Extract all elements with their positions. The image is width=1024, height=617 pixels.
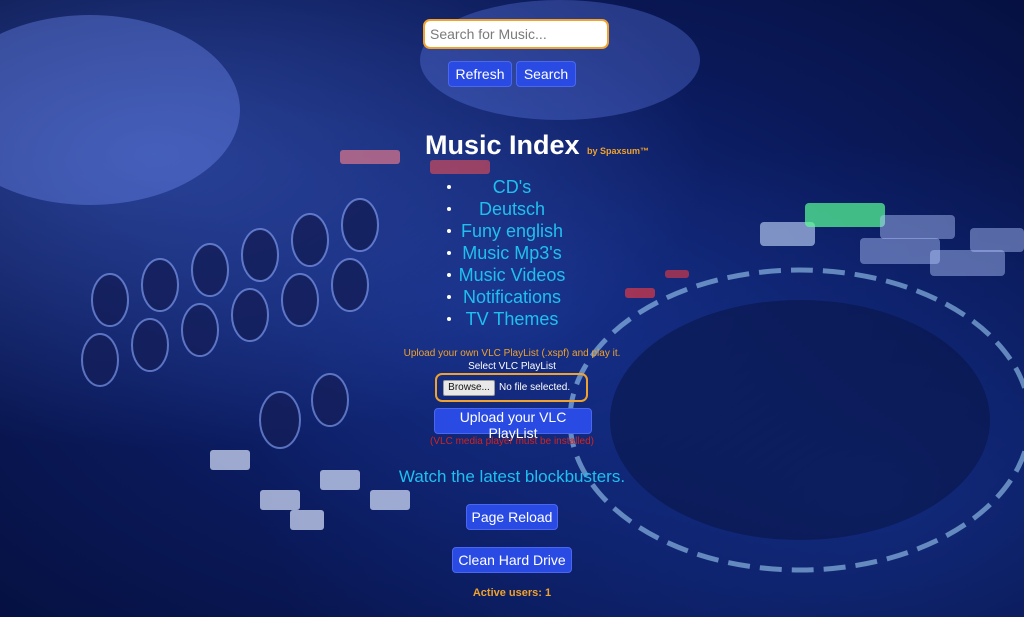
bullet-icon [447, 207, 451, 211]
page-reload-button[interactable]: Page Reload [466, 504, 558, 530]
category-link-cds[interactable]: CD's [493, 177, 531, 197]
page: Refresh Search Music Index by Spaxsum™ C… [0, 0, 1024, 617]
category-link-tv-themes[interactable]: TV Themes [466, 309, 559, 329]
category-item: Music Videos [444, 264, 580, 286]
category-link-funy-english[interactable]: Funy english [461, 221, 563, 241]
refresh-button[interactable]: Refresh [448, 61, 512, 87]
page-title: Music Index [425, 130, 580, 160]
bullet-icon [447, 295, 451, 299]
category-link-music-mp3s[interactable]: Music Mp3's [462, 243, 561, 263]
file-status: No file selected. [499, 382, 571, 393]
bullet-icon [447, 317, 451, 321]
search-button[interactable]: Search [516, 61, 576, 87]
bullet-icon [447, 185, 451, 189]
category-item: CD's [444, 176, 580, 198]
file-picker[interactable]: Browse... No file selected. [435, 373, 588, 402]
category-link-notifications[interactable]: Notifications [463, 287, 561, 307]
search-input[interactable] [423, 19, 609, 49]
bullet-icon [447, 229, 451, 233]
category-item: Deutsch [444, 198, 580, 220]
active-users-count: Active users: 1 [472, 587, 552, 599]
clean-hard-drive-button[interactable]: Clean Hard Drive [452, 547, 572, 573]
upload-note: Upload your own VLC PlayList (.xspf) and… [403, 348, 621, 359]
select-playlist-label: Select VLC PlayList [468, 361, 556, 372]
vlc-warning: (VLC media player must be installed) [430, 436, 594, 447]
page-header: Music Index by Spaxsum™ [425, 130, 649, 161]
category-list: CD's Deutsch Funy english Music Mp3's Mu… [444, 176, 580, 330]
category-link-music-videos[interactable]: Music Videos [459, 265, 566, 285]
category-item: Notifications [444, 286, 580, 308]
category-item: Music Mp3's [444, 242, 580, 264]
category-link-deutsch[interactable]: Deutsch [479, 199, 545, 219]
category-item: Funy english [444, 220, 580, 242]
upload-playlist-button[interactable]: Upload your VLC PlayList [434, 408, 592, 441]
bullet-icon [447, 251, 451, 255]
author-byline: by Spaxsum™ [587, 146, 650, 156]
watch-blockbusters-link[interactable]: Watch the latest blockbusters. [0, 467, 1024, 487]
category-item: TV Themes [444, 308, 580, 330]
browse-button[interactable]: Browse... [443, 380, 495, 396]
bullet-icon [447, 273, 451, 277]
